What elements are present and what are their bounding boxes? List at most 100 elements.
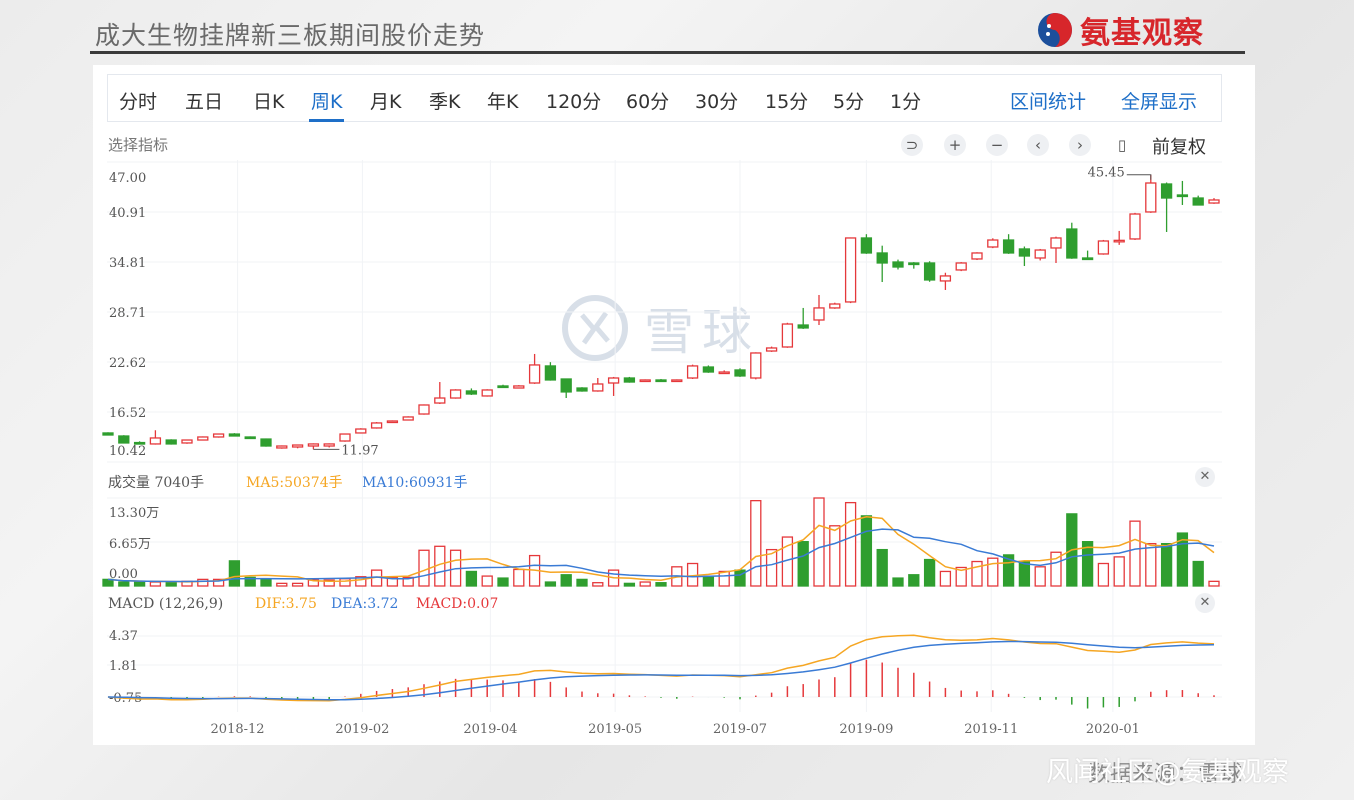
volume-bar [1018, 560, 1031, 587]
candle-body [671, 379, 683, 383]
candle-body [1208, 199, 1220, 204]
candle [449, 389, 462, 399]
candle [734, 368, 746, 377]
candle-body [307, 443, 320, 447]
volume-bar [971, 560, 983, 587]
candle-body [734, 369, 746, 377]
candle-body [955, 262, 967, 271]
candle [323, 443, 335, 448]
candle-body [639, 379, 651, 383]
volume-bar [797, 541, 809, 587]
candle [939, 272, 952, 290]
volume-bar [291, 582, 304, 587]
volume-bar [339, 578, 351, 587]
volume-bar [592, 582, 604, 587]
candle [1208, 198, 1220, 204]
candle [212, 433, 225, 438]
volume-bar [987, 557, 999, 587]
candle-body [1192, 197, 1204, 206]
candle [955, 262, 967, 272]
candle [750, 352, 762, 380]
candle-body [560, 378, 572, 393]
price-tick-label: 16.52 [109, 406, 146, 421]
candle [987, 238, 999, 249]
volume-bar [908, 574, 920, 587]
volume-bar [133, 581, 146, 587]
high-marker-line [1126, 174, 1152, 180]
candle [813, 294, 825, 326]
candle [844, 237, 857, 304]
volume-bar [197, 578, 209, 587]
candle-body [1002, 239, 1015, 254]
candle [686, 364, 699, 379]
candle-body [260, 438, 272, 447]
price-tick-label: 10.42 [109, 444, 146, 459]
volume-bar [260, 578, 272, 587]
volume-bar [481, 575, 493, 587]
candle-body [513, 385, 525, 389]
candle-body [1176, 194, 1189, 198]
volume-bar [497, 577, 509, 587]
candle-body [544, 365, 557, 381]
candle-body [291, 444, 304, 448]
volume-bar [1129, 520, 1141, 587]
candle [118, 435, 130, 444]
candle-body [102, 432, 114, 436]
price-tick-label: 28.71 [109, 306, 146, 321]
candle-body [702, 366, 715, 373]
candle-body [276, 445, 288, 449]
volume-tick-label: 6.65万 [109, 537, 151, 552]
candle [671, 379, 683, 383]
volume-bar [750, 499, 762, 587]
candle [386, 420, 399, 424]
volume-bar [639, 581, 651, 587]
community-watermark: 风闻社区@氨基观察 [1046, 757, 1289, 788]
candle-body [528, 364, 541, 384]
low-price-label: 11.97 [341, 443, 378, 458]
volume-bar [276, 582, 288, 587]
candle-body [181, 439, 193, 444]
candle [971, 252, 983, 261]
candle [339, 433, 351, 442]
candle [908, 262, 920, 269]
candle-body [370, 422, 383, 429]
candle [576, 387, 588, 392]
candle [1176, 180, 1189, 205]
candle [181, 439, 193, 444]
volume-bar [702, 576, 715, 587]
candle-body [844, 237, 857, 303]
candle [1081, 250, 1094, 261]
candle [592, 377, 604, 392]
candle [102, 432, 114, 436]
volume-bar [560, 574, 572, 587]
macd-dea-line [107, 640, 1215, 701]
candle [1034, 248, 1046, 261]
candle [165, 439, 177, 445]
candle [1129, 212, 1141, 240]
candle [481, 389, 493, 397]
candle-body [923, 262, 936, 281]
candle-body [971, 252, 983, 260]
stock-chart[interactable]: 2018-12 2019-02 2019-04 2019-05 2019-07 2019-… [0, 0, 1354, 800]
candle-body [939, 275, 952, 282]
candle-body [418, 404, 430, 415]
candle-body [434, 397, 446, 404]
volume-bar [923, 558, 936, 587]
x-tick-label: 2019-11 [964, 722, 1018, 737]
candle [702, 365, 715, 373]
candle [655, 378, 667, 383]
candle-body [860, 237, 873, 254]
candle-body [1160, 183, 1173, 199]
volume-bar [165, 581, 177, 587]
volume-bar [418, 549, 430, 587]
candle [544, 362, 557, 381]
candle [1160, 182, 1173, 232]
candle-body [323, 443, 335, 447]
volume-bar [465, 570, 478, 587]
candle [260, 438, 272, 447]
candle-body [402, 416, 414, 421]
x-tick-label: 2020-01 [1086, 722, 1140, 737]
candle [497, 384, 509, 389]
x-tick-label: 2019-07 [713, 722, 767, 737]
volume-bar [1192, 560, 1204, 587]
